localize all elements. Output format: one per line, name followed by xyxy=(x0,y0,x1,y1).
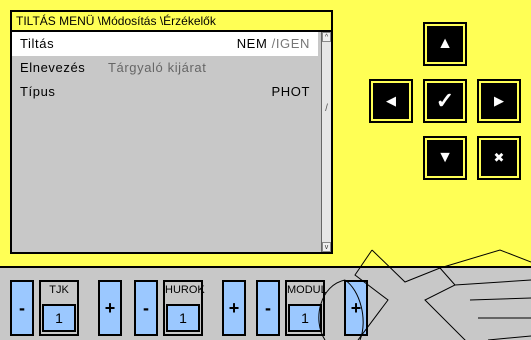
modul-plus-button[interactable]: + xyxy=(344,280,368,336)
nav-down-button[interactable]: ▼ xyxy=(425,138,465,178)
scroll-down-button[interactable]: v xyxy=(322,242,331,252)
nav-right-button[interactable]: ▶ xyxy=(479,81,519,121)
list-item-value: Tárgyaló kijárat xyxy=(108,60,207,75)
settings-list: Tiltás NEM /IGEN Elnevezés Tárgyaló kijá… xyxy=(12,32,318,252)
list-item-tiltas[interactable]: Tiltás NEM /IGEN xyxy=(12,32,318,56)
list-item-elnevezes[interactable]: Elnevezés Tárgyaló kijárat xyxy=(12,56,318,80)
nav-cancel-button[interactable]: ✖ xyxy=(479,138,519,178)
arrow-right-icon: ▶ xyxy=(494,93,504,108)
list-item-label: Típus xyxy=(20,84,56,99)
arrow-left-icon: ◀ xyxy=(386,93,396,108)
panel-title: TILTÁS MENÜ \Módosítás \Érzékelők xyxy=(12,12,331,32)
tjk-value[interactable]: 1 xyxy=(42,304,76,332)
hurok-field: HUROK 1 xyxy=(163,280,205,336)
nav-left-button[interactable]: ◀ xyxy=(371,81,411,121)
scroll-up-button[interactable]: ^ xyxy=(322,32,331,42)
tjk-field: TJK 1 xyxy=(39,280,79,336)
nav-up-button[interactable]: ▲ xyxy=(425,24,465,64)
main-panel: TILTÁS MENÜ \Módosítás \Érzékelők Tiltás… xyxy=(10,10,333,254)
checkmark-icon: ✓ xyxy=(435,88,455,113)
tjk-plus-button[interactable]: + xyxy=(98,280,122,336)
list-item-label: Elnevezés xyxy=(20,60,86,75)
modul-field: MODUL 1 xyxy=(285,280,327,336)
hurok-value[interactable]: 1 xyxy=(166,304,200,332)
stepper-tjk: - TJK 1 + xyxy=(10,276,124,338)
modul-minus-button[interactable]: - xyxy=(256,280,280,336)
stepper-modul: - MODUL 1 + xyxy=(256,276,370,338)
close-icon: ✖ xyxy=(493,150,505,165)
list-item-value: NEM /IGEN xyxy=(236,36,310,51)
hurok-label: HUROK xyxy=(165,284,205,296)
hurok-plus-button[interactable]: + xyxy=(222,280,246,336)
list-item-label: Tiltás xyxy=(20,36,55,51)
modul-value[interactable]: 1 xyxy=(288,304,322,332)
list-item-value: PHOT xyxy=(271,84,310,99)
stepper-hurok: - HUROK 1 + xyxy=(134,276,248,338)
modul-label: MODUL xyxy=(287,284,327,296)
scroll-thumb[interactable]: / xyxy=(323,96,330,122)
address-bar: - TJK 1 + - HUROK 1 + - MODUL 1 + xyxy=(0,266,531,340)
tjk-label: TJK xyxy=(49,284,69,296)
tjk-minus-button[interactable]: - xyxy=(10,280,34,336)
hurok-minus-button[interactable]: - xyxy=(134,280,158,336)
arrow-up-icon: ▲ xyxy=(437,35,453,52)
scrollbar[interactable]: ^ / v xyxy=(321,32,331,252)
list-item-tipus[interactable]: Típus PHOT xyxy=(12,80,318,104)
arrow-down-icon: ▼ xyxy=(437,149,453,166)
nav-ok-button[interactable]: ✓ xyxy=(425,81,465,121)
